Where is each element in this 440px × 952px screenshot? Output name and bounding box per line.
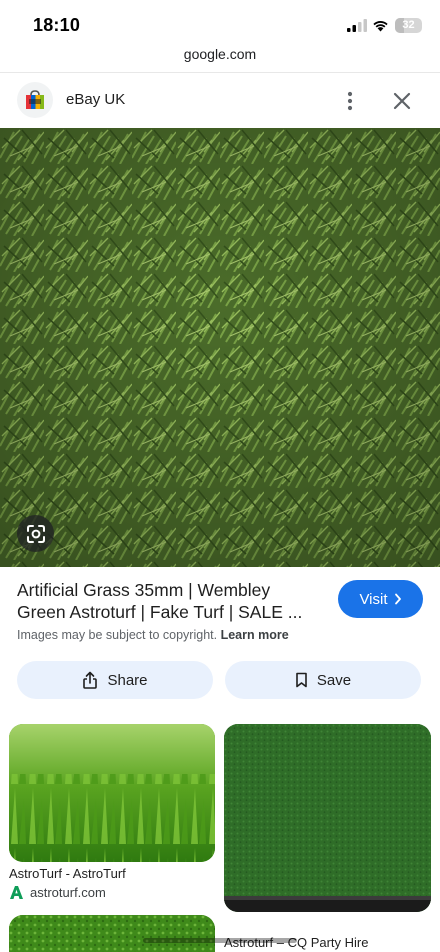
astroturf-logo-icon (10, 886, 23, 899)
related-source-1[interactable]: astroturf.com (9, 885, 106, 900)
share-icon (83, 671, 98, 689)
astroturf-closeup-image (9, 724, 215, 862)
more-options-button[interactable] (338, 87, 362, 115)
copyright-text: Images may be subject to copyright. (17, 628, 218, 642)
related-title-1[interactable]: AstroTurf - AstroTurf (9, 866, 126, 881)
result-title[interactable]: Artificial Grass 35mm | Wembley Green As… (17, 579, 327, 623)
copyright-notice: Images may be subject to copyright. Lear… (17, 628, 289, 642)
main-result-image[interactable] (0, 128, 440, 567)
share-label: Share (107, 671, 148, 689)
site-favicon (17, 82, 53, 118)
cellular-signal-icon (347, 19, 367, 32)
share-button[interactable]: Share (17, 661, 213, 699)
result-header: eBay UK (0, 72, 440, 128)
site-name[interactable]: eBay UK (66, 91, 125, 108)
home-indicator[interactable] (143, 938, 297, 943)
result-title-line1: Artificial Grass 35mm | Wembley (17, 580, 271, 600)
url-text: google.com (183, 46, 257, 62)
save-button[interactable]: Save (225, 661, 421, 699)
learn-more-link[interactable]: Learn more (221, 628, 289, 642)
ebay-bag-icon (26, 90, 44, 109)
related-image-2[interactable] (224, 724, 431, 912)
status-time: 18:10 (33, 15, 81, 35)
close-button[interactable] (388, 87, 416, 115)
visit-button[interactable]: Visit (338, 580, 423, 618)
related-image-1[interactable] (9, 724, 215, 862)
astroturf-texture-image (9, 915, 215, 952)
visit-label: Visit (359, 590, 388, 608)
close-icon (393, 92, 411, 110)
google-lens-button[interactable] (17, 515, 54, 552)
bookmark-icon (296, 672, 307, 688)
url-bar[interactable]: google.com (0, 46, 440, 72)
astroturf-roll-image (224, 724, 431, 912)
result-title-line2: Green Astroturf | Fake Turf | SALE ... (17, 602, 303, 622)
chevron-right-icon (394, 593, 401, 605)
status-bar: 18:10 32 (0, 0, 440, 46)
more-vert-icon (347, 91, 353, 111)
grass-texture-image (0, 128, 440, 567)
wifi-icon (373, 21, 388, 32)
battery-icon: 32 (395, 18, 422, 33)
related-source-label-1: astroturf.com (30, 885, 106, 900)
battery-percentage: 32 (402, 19, 415, 31)
lens-icon (26, 524, 45, 543)
save-label: Save (316, 671, 352, 689)
related-image-3[interactable] (9, 915, 215, 952)
